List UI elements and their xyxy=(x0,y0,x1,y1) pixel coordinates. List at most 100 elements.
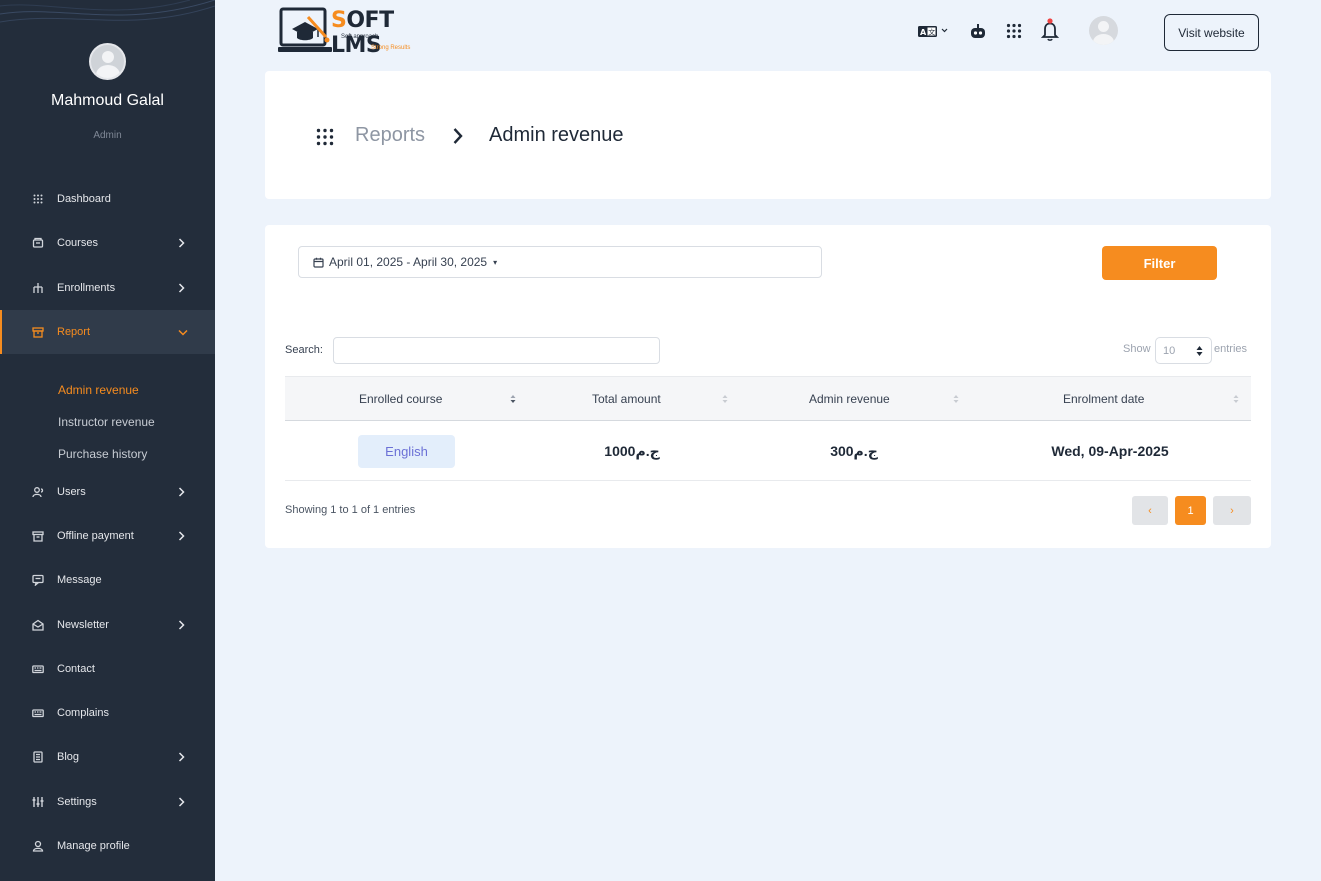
apps-grid-icon xyxy=(1006,23,1022,39)
grid-icon xyxy=(32,193,44,205)
profile-name: Mahmoud Galal xyxy=(51,92,164,109)
chevron-right-icon xyxy=(176,620,186,630)
sidebar-item-label: Users xyxy=(57,486,86,498)
chevron-right-icon xyxy=(176,283,186,293)
sidebar-item-label: Report xyxy=(57,326,91,338)
course-badge[interactable]: English xyxy=(358,435,455,468)
settings-icon xyxy=(32,796,44,808)
chevron-right-icon xyxy=(176,752,186,762)
search-label: Search: xyxy=(285,344,323,356)
sidebar-item-blog[interactable]: Blog xyxy=(0,735,215,779)
sidebar-item-users[interactable]: Users xyxy=(0,470,215,514)
sidebar-item-label: Manage profile xyxy=(57,840,130,852)
date-range-value: April 01, 2025 - April 30, 2025 xyxy=(329,255,488,269)
sidebar-item-label: Complains xyxy=(57,707,109,719)
svg-text:A: A xyxy=(920,28,927,37)
column-header-enrolment-date[interactable]: Enrolment date xyxy=(1063,377,1144,421)
logo-tagline-2: Strong Results xyxy=(371,45,411,51)
ai-assistant-button[interactable] xyxy=(968,20,988,42)
date-range-picker[interactable]: April 01, 2025 - April 30, 2025 ▾ xyxy=(298,246,822,278)
sidebar-item-report[interactable]: Report xyxy=(0,310,215,354)
sidebar-item-label: Contact xyxy=(57,663,95,675)
entries-label: entries xyxy=(1214,343,1248,355)
show-label: Show xyxy=(1123,343,1151,355)
logo[interactable]: SOFT LMS Soft approach Strong Results xyxy=(278,7,424,58)
blog-icon xyxy=(32,751,44,763)
message-icon xyxy=(32,574,44,586)
pagination-previous-button[interactable]: ‹ xyxy=(1132,496,1168,525)
sidebar-item-label: Dashboard xyxy=(57,193,111,205)
sidebar-item-dashboard[interactable]: Dashboard xyxy=(0,177,215,221)
sidebar-item-label: Enrollments xyxy=(57,282,116,294)
sidebar-item-message[interactable]: Message xyxy=(0,558,215,602)
pagination-page-1[interactable]: 1 xyxy=(1175,496,1206,525)
sidebar-item-courses[interactable]: Courses xyxy=(0,221,215,265)
sidebar-item-label: Courses xyxy=(57,237,98,249)
apps-grid-icon xyxy=(316,128,334,146)
complains-icon xyxy=(32,707,44,719)
courses-icon xyxy=(32,237,44,249)
chevron-right-icon xyxy=(176,487,186,497)
calendar-icon xyxy=(313,257,324,268)
table-info: Showing 1 to 1 of 1 entries xyxy=(285,504,416,516)
visit-website-button[interactable]: Visit website xyxy=(1164,14,1259,51)
page-title: Admin revenue xyxy=(489,124,624,146)
sidebar-item-enrollments[interactable]: Enrollments xyxy=(0,266,215,310)
sidebar-item-offline-payment[interactable]: Offline payment xyxy=(0,514,215,558)
sort-icon xyxy=(510,395,516,403)
logo-tagline-1: Soft approach xyxy=(341,34,379,40)
breadcrumb-reports-link[interactable]: Reports xyxy=(355,124,425,147)
sidebar-decoration xyxy=(0,0,215,23)
logo-laptop-icon xyxy=(278,7,332,52)
contact-icon xyxy=(32,663,44,675)
select-arrows-icon xyxy=(1196,346,1203,356)
sidebar-item-label: Settings xyxy=(57,796,97,808)
chevron-right-icon xyxy=(176,238,186,248)
chevron-down-icon xyxy=(178,327,188,337)
sidebar-item-label: Offline payment xyxy=(57,530,134,542)
sidebar-item-complains[interactable]: Complains xyxy=(0,691,215,735)
notifications-button[interactable] xyxy=(1040,17,1060,43)
page-length-value: 10 xyxy=(1163,344,1176,357)
cell-admin-revenue: 300ج.م xyxy=(830,443,878,459)
search-input[interactable] xyxy=(333,337,660,364)
page-length-select[interactable]: 10 xyxy=(1155,337,1212,364)
apps-menu-button[interactable] xyxy=(1005,20,1023,42)
user-avatar[interactable] xyxy=(1089,16,1118,45)
enrollments-icon xyxy=(32,282,44,294)
pagination-next-button[interactable]: › xyxy=(1213,496,1251,525)
submenu-item-instructor-revenue[interactable]: Instructor revenue xyxy=(58,415,155,429)
newsletter-icon xyxy=(32,619,44,631)
sort-icon xyxy=(1233,395,1239,403)
profile-icon xyxy=(32,840,44,852)
filter-button[interactable]: Filter xyxy=(1102,246,1217,280)
submenu-item-purchase-history[interactable]: Purchase history xyxy=(58,447,147,461)
svg-text:文: 文 xyxy=(928,28,935,37)
sidebar: Mahmoud Galal Admin Dashboard Courses En… xyxy=(0,0,215,881)
column-header-admin-revenue[interactable]: Admin revenue xyxy=(809,377,890,421)
chevron-right-icon xyxy=(453,128,463,144)
profile-role: Admin xyxy=(93,130,122,141)
sort-icon xyxy=(722,395,728,403)
offline-payment-icon xyxy=(32,530,44,542)
cell-total-amount: 1000ج.م xyxy=(604,443,660,459)
sidebar-item-label: Blog xyxy=(57,751,80,763)
column-header-enrolled-course[interactable]: Enrolled course xyxy=(359,377,442,421)
column-header-total-amount[interactable]: Total amount xyxy=(592,377,661,421)
caret-down-icon: ▾ xyxy=(493,257,498,267)
sidebar-item-settings[interactable]: Settings xyxy=(0,780,215,824)
sidebar-item-label: Newsletter xyxy=(57,619,109,631)
chevron-right-icon xyxy=(176,797,186,807)
sidebar-item-contact[interactable]: Contact xyxy=(0,647,215,691)
language-selector[interactable]: A 文 xyxy=(917,20,951,42)
cell-enrolment-date: Wed, 09-Apr-2025 xyxy=(1051,443,1169,459)
submenu-item-admin-revenue[interactable]: Admin revenue xyxy=(58,383,139,397)
users-icon xyxy=(32,486,44,498)
sidebar-item-label: Message xyxy=(57,574,102,586)
profile-avatar xyxy=(89,43,126,80)
sidebar-item-manage-profile[interactable]: Manage profile xyxy=(0,824,215,868)
robot-icon xyxy=(971,24,985,38)
chevron-right-icon xyxy=(176,531,186,541)
sidebar-item-newsletter[interactable]: Newsletter xyxy=(0,603,215,647)
sort-icon xyxy=(953,395,959,403)
